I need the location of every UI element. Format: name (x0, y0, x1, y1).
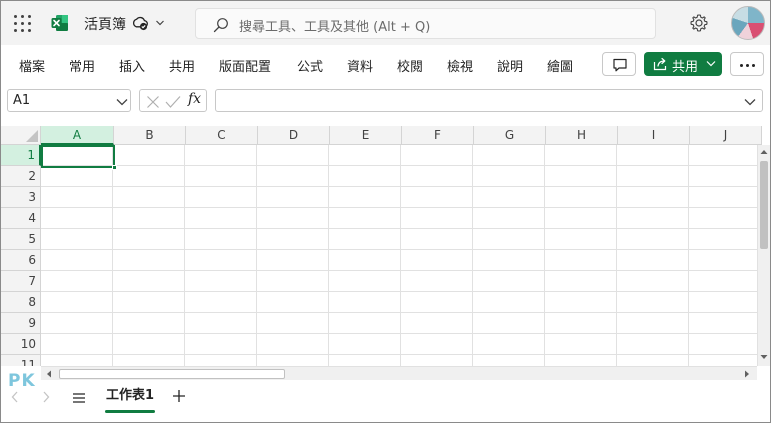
column-header-j[interactable]: J (690, 126, 762, 145)
column-header-g[interactable]: G (474, 126, 546, 145)
select-all-corner[interactable] (1, 126, 41, 145)
row-header-11[interactable]: 11 (1, 355, 41, 366)
tab-data[interactable]: 資料 (347, 56, 373, 75)
pk-watermark-logo: PK (8, 371, 36, 391)
tab-insert[interactable]: 插入 (119, 56, 145, 75)
user-avatar[interactable] (731, 6, 765, 40)
select-all-triangle-icon (26, 130, 38, 142)
comment-icon (613, 58, 627, 72)
horizontal-scroll-thumb[interactable] (59, 369, 285, 379)
row-header-6[interactable]: 6 (1, 250, 41, 271)
scroll-left-arrow-icon[interactable] (43, 368, 55, 380)
app-launcher-icon[interactable] (9, 11, 35, 37)
autosave-status-icon[interactable] (132, 15, 148, 31)
vertical-scrollbar[interactable] (757, 145, 770, 366)
cell-area[interactable] (41, 145, 757, 366)
row-header-4[interactable]: 4 (1, 208, 41, 229)
column-header-e[interactable]: E (330, 126, 402, 145)
search-box[interactable]: 搜尋工具、工具及其他 (Alt + Q) (195, 8, 656, 39)
column-header-d[interactable]: D (258, 126, 330, 145)
tab-review[interactable]: 校閱 (397, 56, 423, 75)
tab-formulas[interactable]: 公式 (297, 56, 323, 75)
scroll-down-arrow-icon[interactable] (758, 350, 770, 364)
spreadsheet-grid: A B C D E F G H I J 1 2 3 4 5 6 7 8 9 10… (1, 126, 770, 366)
tab-file[interactable]: 檔案 (19, 56, 45, 75)
row-header-5[interactable]: 5 (1, 229, 41, 250)
active-sheet-indicator (105, 410, 156, 413)
cancel-x-icon[interactable] (146, 95, 160, 109)
chevron-down-icon[interactable] (155, 18, 165, 28)
excel-logo-icon (51, 15, 68, 31)
share-label: 共用 (672, 60, 699, 75)
tab-draw[interactable]: 繪圖 (547, 56, 573, 75)
name-box[interactable]: A1 (7, 89, 131, 112)
sheet-tab-bar: PK 工作表1 (1, 371, 770, 422)
row-header-7[interactable]: 7 (1, 271, 41, 292)
add-sheet-plus-icon[interactable] (172, 389, 186, 403)
tab-help[interactable]: 說明 (497, 56, 523, 75)
active-cell-a1[interactable] (41, 145, 117, 170)
column-header-f[interactable]: F (402, 126, 474, 145)
scroll-right-arrow-icon[interactable] (741, 368, 753, 380)
search-icon (213, 18, 228, 33)
fill-handle[interactable] (112, 165, 117, 170)
more-options-button[interactable] (730, 52, 764, 76)
search-placeholder: 搜尋工具、工具及其他 (Alt + Q) (239, 20, 431, 35)
top-bar: 活頁簿 搜尋工具、工具及其他 (Alt + Q) (1, 1, 770, 45)
row-header-1[interactable]: 1 (1, 145, 41, 166)
comments-button[interactable] (602, 52, 636, 76)
column-header-i[interactable]: I (618, 126, 690, 145)
insert-function-button[interactable]: fx (188, 91, 201, 107)
scroll-up-arrow-icon[interactable] (758, 145, 770, 159)
tab-share[interactable]: 共用 (169, 56, 195, 75)
chevron-down-icon (116, 99, 128, 106)
expand-chevron-icon[interactable] (744, 98, 756, 106)
column-header-c[interactable]: C (186, 126, 258, 145)
share-button[interactable]: 共用 (644, 52, 722, 76)
row-header-2[interactable]: 2 (1, 166, 41, 187)
share-icon (653, 57, 667, 71)
formula-bar: A1 fx (1, 85, 770, 119)
ribbon-tabs: 檔案 常用 插入 共用 版面配置 公式 資料 校閱 檢視 說明 繪圖 共用 (1, 45, 770, 85)
tab-home[interactable]: 常用 (69, 56, 95, 75)
vertical-scroll-thumb[interactable] (760, 161, 768, 249)
row-header-10[interactable]: 10 (1, 334, 41, 355)
sheet-tab-label: 工作表1 (106, 388, 155, 403)
chevron-right-icon[interactable] (41, 390, 51, 404)
workbook-title[interactable]: 活頁簿 (84, 14, 126, 34)
row-header-3[interactable]: 3 (1, 187, 41, 208)
horizontal-scrollbar[interactable] (41, 366, 757, 380)
tab-view[interactable]: 檢視 (447, 56, 473, 75)
excel-window: 活頁簿 搜尋工具、工具及其他 (Alt + Q) 檔案 常用 插入 共用 版面配 (0, 0, 771, 423)
formula-input[interactable] (215, 89, 763, 112)
name-box-value: A1 (13, 93, 31, 108)
settings-gear-icon[interactable] (689, 13, 709, 33)
column-header-a[interactable]: A (41, 126, 114, 145)
chevron-down-icon (706, 61, 716, 67)
row-header-9[interactable]: 9 (1, 313, 41, 334)
sheet-tab-1[interactable]: 工作表1 (105, 385, 156, 415)
chevron-left-icon[interactable] (10, 390, 20, 404)
column-header-h[interactable]: H (546, 126, 618, 145)
all-sheets-menu-icon[interactable] (71, 390, 87, 406)
formula-actions: fx (139, 89, 207, 112)
row-header-8[interactable]: 8 (1, 292, 41, 313)
tab-page-layout[interactable]: 版面配置 (219, 56, 271, 75)
column-header-b[interactable]: B (114, 126, 186, 145)
confirm-check-icon[interactable] (165, 95, 181, 109)
